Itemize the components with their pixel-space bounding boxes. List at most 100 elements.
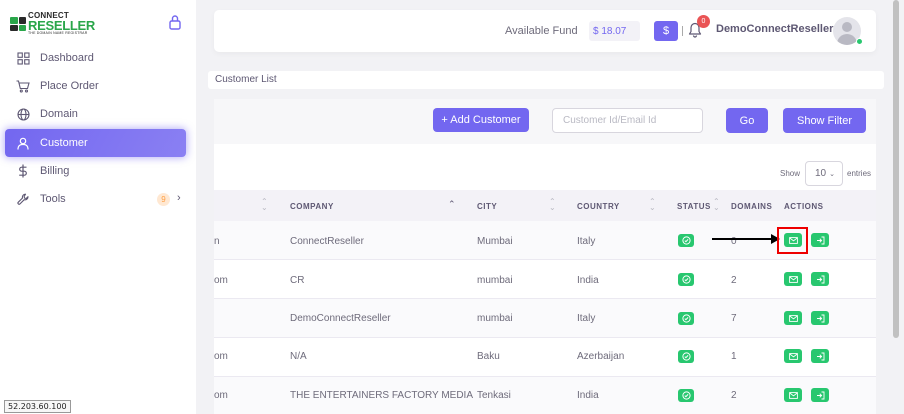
column-header-actions: ACTIONS	[784, 202, 824, 211]
customer-search-input[interactable]	[552, 108, 703, 133]
table-row	[214, 260, 876, 299]
check-circle-icon	[681, 314, 691, 323]
send-email-button[interactable]	[784, 272, 802, 286]
country-cell: Italy	[577, 313, 596, 324]
login-icon	[816, 236, 824, 244]
ip-address-label: 52.203.60.100	[4, 400, 71, 413]
check-circle-icon	[681, 391, 691, 400]
sort-icon[interactable]: ⌃ ⌄	[261, 198, 268, 212]
login-as-customer-button[interactable]	[811, 272, 829, 286]
company-cell: CR	[290, 275, 305, 286]
chevron-right-icon: ›	[177, 192, 181, 204]
notification-badge: 0	[697, 15, 710, 28]
sort-ascending-icon[interactable]: ⌃	[448, 199, 456, 209]
sidebar: CONNECT RESELLER THE DOMAIN NAME REGISTR…	[0, 0, 196, 414]
breadcrumb: Customer List	[208, 71, 884, 89]
available-fund-value: $ 18.07	[589, 21, 640, 41]
login-as-customer-button[interactable]	[811, 233, 829, 247]
add-customer-button[interactable]: + Add Customer	[433, 108, 529, 132]
column-header-company[interactable]: COMPANY	[290, 202, 334, 211]
city-cell: mumbai	[477, 313, 513, 324]
annotation-highlight-box	[777, 227, 808, 254]
domains-cell: 1	[731, 351, 737, 362]
chevron-down-icon: ⌄	[829, 170, 835, 178]
domains-cell: 2	[731, 390, 737, 401]
add-funds-button[interactable]: $	[654, 21, 678, 41]
login-icon	[816, 275, 824, 283]
city-cell: Tenkasi	[477, 390, 511, 401]
user-name[interactable]: DemoConnectReseller	[716, 23, 833, 35]
status-active-button[interactable]	[678, 389, 694, 402]
column-header-city[interactable]: CITY	[477, 202, 497, 211]
login-icon	[816, 314, 824, 322]
status-active-button[interactable]	[678, 312, 694, 325]
entries-per-page-select[interactable]: 10 ⌄	[805, 161, 843, 186]
login-as-customer-button[interactable]	[811, 388, 829, 402]
grid-icon	[16, 51, 30, 65]
sidebar-item-place-order[interactable]: Place Order	[5, 72, 186, 100]
login-icon	[816, 391, 824, 399]
globe-icon	[16, 107, 30, 121]
send-email-button[interactable]	[784, 311, 802, 325]
column-header-status[interactable]: STATUS	[677, 202, 711, 211]
sort-icon[interactable]: ⌃ ⌄	[549, 198, 556, 212]
sort-icon[interactable]: ⌃ ⌄	[713, 198, 720, 212]
send-email-button[interactable]	[784, 349, 802, 363]
city-cell: Baku	[477, 351, 500, 362]
dollar-icon	[16, 164, 30, 178]
logo-mark-icon	[10, 17, 26, 31]
country-cell: Azerbaijan	[577, 351, 625, 362]
check-circle-icon	[681, 236, 691, 245]
login-as-customer-button[interactable]	[811, 311, 829, 325]
lock-icon[interactable]	[168, 14, 182, 30]
email-cell: om	[214, 275, 228, 286]
entries-label: entries	[847, 169, 872, 178]
online-status-dot	[856, 38, 863, 45]
company-cell: ConnectReseller	[290, 236, 364, 247]
sidebar-item-label: Billing	[40, 165, 70, 177]
sidebar-item-tools[interactable]: Tools 9 ›	[5, 185, 186, 213]
check-circle-icon	[681, 275, 691, 284]
domains-cell: 7	[731, 313, 737, 324]
go-button[interactable]: Go	[726, 108, 768, 133]
email-cell: n	[214, 236, 220, 247]
connectreseller-logo[interactable]: CONNECT RESELLER THE DOMAIN NAME REGISTR…	[10, 12, 95, 36]
mail-icon	[788, 314, 798, 322]
company-cell: N/A	[290, 351, 307, 362]
show-filter-button[interactable]: Show Filter	[783, 108, 866, 133]
toolbar	[214, 99, 876, 144]
country-cell: India	[577, 275, 599, 286]
sidebar-item-label: Domain	[40, 108, 78, 120]
sidebar-item-dashboard[interactable]: Dashboard	[5, 44, 186, 72]
email-cell: om	[214, 390, 228, 401]
company-cell: THE ENTERTAINERS FACTORY MEDIA	[290, 390, 473, 401]
annotation-arrow-line	[712, 238, 774, 240]
sidebar-item-domain[interactable]: Domain	[5, 100, 186, 128]
login-as-customer-button[interactable]	[811, 349, 829, 363]
mail-icon	[788, 352, 798, 360]
login-icon	[816, 352, 824, 360]
sidebar-item-label: Dashboard	[40, 52, 94, 64]
sidebar-item-customer[interactable]: Customer	[5, 129, 186, 157]
column-header-domains: DOMAINS	[731, 202, 773, 211]
page-scrollbar[interactable]	[893, 0, 899, 338]
city-cell: mumbai	[477, 275, 513, 286]
sort-icon[interactable]: ⌃ ⌄	[649, 198, 656, 212]
page-title: Customer List	[215, 74, 277, 85]
column-header-country[interactable]: COUNTRY	[577, 202, 620, 211]
logo-sub-text: THE DOMAIN NAME REGISTRAR	[28, 31, 88, 36]
status-active-button[interactable]	[678, 350, 694, 363]
top-navbar: Available Fund $ 18.07 $ 0 DemoConnectRe…	[214, 10, 876, 52]
header-divider	[682, 26, 683, 36]
email-cell: om	[214, 351, 228, 362]
company-cell: DemoConnectReseller	[290, 313, 391, 324]
sidebar-item-label: Place Order	[40, 80, 99, 92]
cart-icon	[16, 79, 30, 93]
send-email-button[interactable]	[784, 388, 802, 402]
sidebar-item-billing[interactable]: Billing	[5, 157, 186, 185]
mail-icon	[788, 391, 798, 399]
status-active-button[interactable]	[678, 273, 694, 286]
check-circle-icon	[681, 352, 691, 361]
status-active-button[interactable]	[678, 234, 694, 247]
user-icon	[16, 136, 30, 150]
